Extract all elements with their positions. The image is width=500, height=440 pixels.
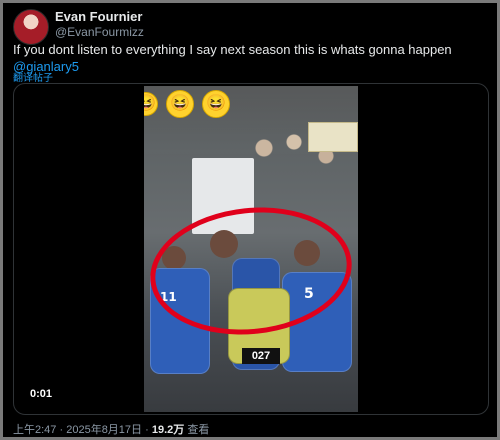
tweet-time[interactable]: 上午2:47 [13, 424, 56, 436]
translate-post-link[interactable]: 翻译帖子 [13, 69, 53, 84]
user-name[interactable]: Evan Fournier [55, 9, 142, 24]
avatar[interactable] [13, 9, 49, 45]
tweet-date[interactable]: 2025年8月17日 [66, 424, 142, 436]
screenshot-frame: Evan Fournier @EvanFourmizz If you dont … [0, 0, 500, 440]
tweet-text: If you dont listen to everything I say n… [13, 41, 483, 75]
views-count: 19.2万 [151, 424, 185, 436]
vest-number: 027 [242, 348, 280, 364]
tweet-text-main: If you dont listen to everything I say n… [13, 42, 452, 57]
meta-separator: · [59, 424, 64, 436]
video-timestamp: 0:01 [30, 388, 53, 400]
laughing-emoji-icon: 😆 [202, 90, 230, 118]
tweet-metadata: 上午2:47 · 2025年8月17日 · 19.2万 查看 [13, 421, 209, 437]
user-handle[interactable]: @EvanFourmizz [55, 25, 144, 39]
laughing-emoji-icon: 😆 [166, 90, 194, 118]
crowd-sign [308, 122, 358, 152]
views-label: 查看 [187, 424, 210, 436]
video-frame[interactable]: 😆 😆 😆 11 5 027 [144, 86, 358, 412]
video-media-container[interactable]: 😆 😆 😆 11 5 027 0:01 [13, 83, 489, 415]
meta-separator: · [145, 424, 149, 436]
tweet-card: Evan Fournier @EvanFourmizz If you dont … [3, 3, 497, 437]
